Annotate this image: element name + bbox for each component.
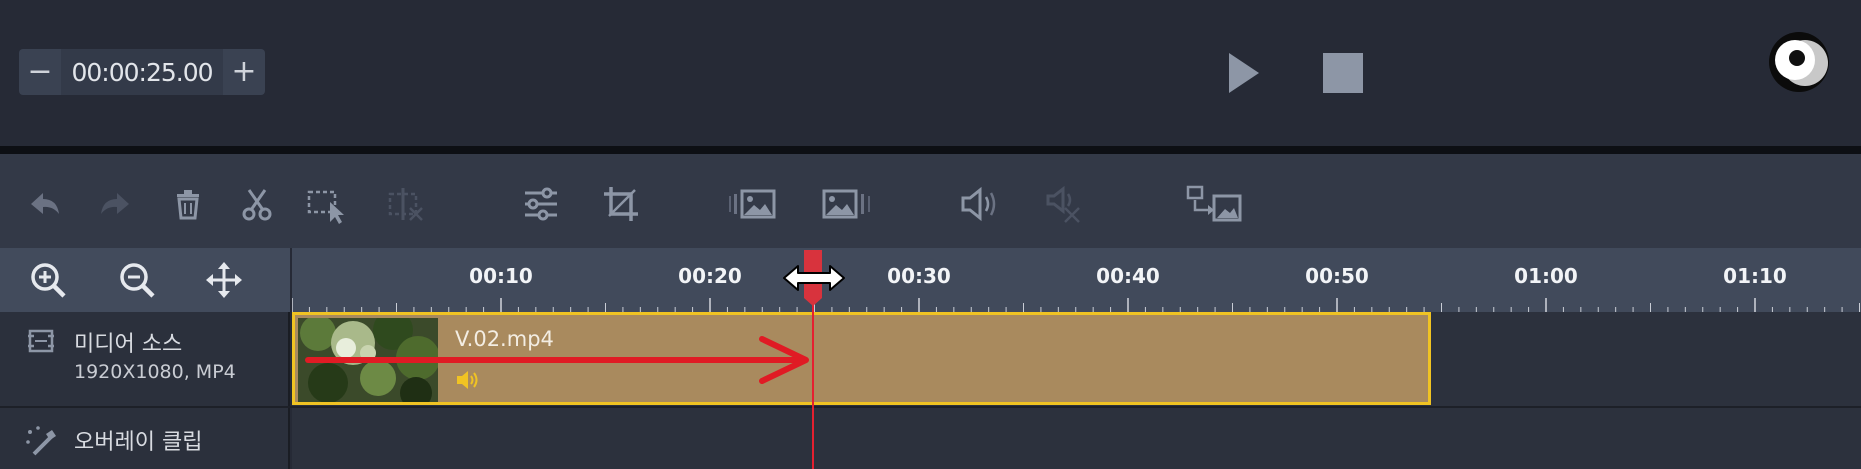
delete-icon[interactable]: [168, 184, 208, 224]
adjust-icon[interactable]: [521, 184, 561, 224]
time-input[interactable]: 00:00:25.00: [61, 49, 223, 95]
crop-icon[interactable]: [601, 184, 641, 224]
playhead-line: [812, 300, 814, 469]
mute-cut-icon[interactable]: [1045, 184, 1085, 224]
ruler-tick-label: 00:20: [678, 264, 742, 288]
track-headers: 미디어 소스 1920X1080, MP4 오버레이 클립: [0, 312, 290, 469]
stop-icon[interactable]: [1323, 53, 1363, 93]
film-icon: [28, 329, 54, 353]
time-increase-button[interactable]: +: [223, 49, 265, 95]
divider: [0, 146, 1861, 154]
zoom-out-icon[interactable]: [115, 258, 159, 302]
ruler-tick-label: 00:40: [1096, 264, 1160, 288]
time-stepper: − 00:00:25.00 +: [19, 49, 265, 95]
overlay-track-title: 오버레이 클립: [74, 430, 203, 455]
ruler-tick-label: 00:50: [1305, 264, 1369, 288]
timeline-zoom-controls: [0, 248, 290, 312]
redo-icon[interactable]: [95, 184, 135, 224]
app-logo-icon: [1769, 32, 1829, 92]
track-header-media[interactable]: 미디어 소스 1920X1080, MP4: [0, 312, 290, 406]
ruler-tick-label: 01:10: [1723, 264, 1787, 288]
track-separator: [0, 406, 1861, 408]
resize-cursor-icon: [783, 265, 845, 291]
play-icon[interactable]: [1227, 51, 1261, 95]
magic-wand-icon: [26, 426, 56, 456]
playback-bar: − 00:00:25.00 +: [0, 0, 1861, 146]
undo-icon[interactable]: [25, 184, 65, 224]
video-editor: − 00:00:25.00 + 00:10 00:20 00:30 00:40 …: [0, 0, 1861, 469]
media-track-title: 미디어 소스: [74, 332, 183, 357]
select-icon[interactable]: [306, 184, 346, 224]
ruler-tick-label: 01:00: [1514, 264, 1578, 288]
ruler-tick-label: 00:30: [887, 264, 951, 288]
split-icon[interactable]: [386, 184, 426, 224]
fade-in-image-icon[interactable]: [728, 184, 778, 224]
zoom-in-icon[interactable]: [26, 258, 70, 302]
media-track-info: 1920X1080, MP4: [74, 361, 236, 383]
fit-timeline-icon[interactable]: [202, 258, 246, 302]
fade-out-image-icon[interactable]: [822, 184, 872, 224]
track-header-overlay[interactable]: 오버레이 클립: [0, 408, 290, 469]
drag-arrow-annotation: [305, 336, 809, 384]
edit-toolbar: [0, 154, 1861, 248]
ruler-tick-label: 00:10: [469, 264, 533, 288]
volume-icon[interactable]: [959, 184, 999, 224]
replace-media-icon[interactable]: [1186, 184, 1242, 224]
time-decrease-button[interactable]: −: [19, 49, 61, 95]
cut-icon[interactable]: [237, 184, 277, 224]
timeline-ruler[interactable]: 00:10 00:20 00:30 00:40 00:50 01:00 01:10: [292, 248, 1861, 312]
